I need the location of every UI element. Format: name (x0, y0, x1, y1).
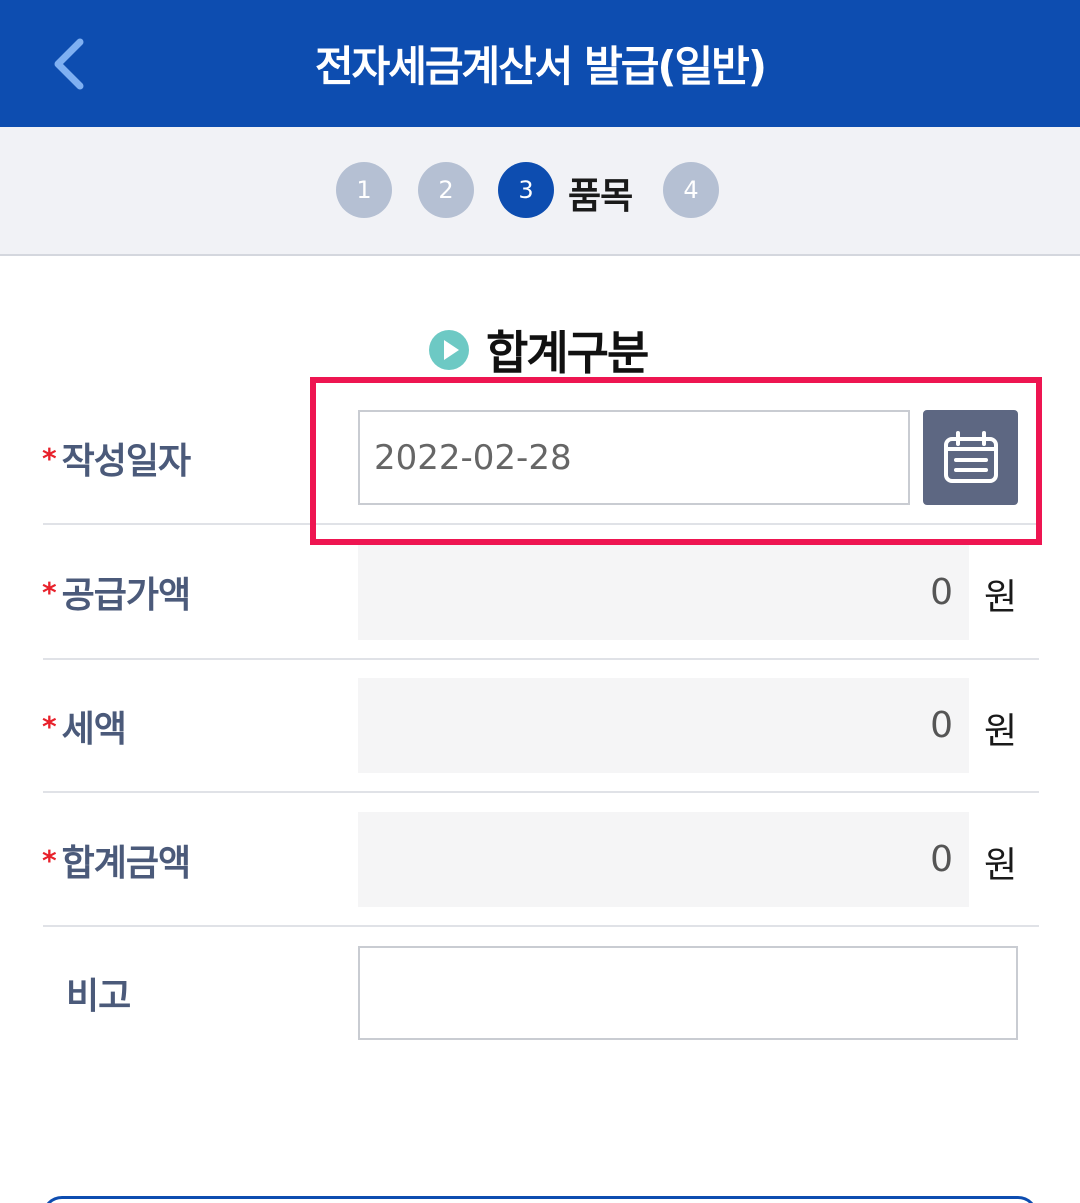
step-2[interactable]: 2 (418, 162, 474, 218)
required-mark: * (42, 843, 57, 877)
step-indicator: 1 2 3 품목 4 (0, 127, 1080, 256)
note-input[interactable] (358, 946, 1018, 1040)
date-label-text: 작성일자 (61, 441, 191, 482)
date-input[interactable] (358, 410, 910, 505)
step-4[interactable]: 4 (663, 162, 719, 218)
calendar-icon (943, 430, 998, 483)
row-divider (43, 523, 1039, 525)
section-heading: 합계구분 (428, 318, 649, 382)
required-mark: * (42, 575, 57, 609)
page-title: 전자세금계산서 발급(일반) (314, 42, 767, 91)
supply-label: * 공급가액 (42, 566, 191, 618)
back-button[interactable] (38, 32, 98, 96)
step-1[interactable]: 1 (336, 162, 392, 218)
tax-amount-value: 0 (358, 678, 969, 773)
total-label: * 합계금액 (42, 834, 191, 886)
required-mark: * (42, 709, 57, 743)
page: 전자세금계산서 발급(일반) 1 2 3 품목 4 합계구분 * 작성일자 20… (0, 0, 1080, 1203)
tax-unit: 원 (984, 711, 1018, 752)
supply-label-text: 공급가액 (61, 575, 191, 616)
tax-label: * 세액 (42, 700, 127, 752)
tax-label-text: 세액 (61, 709, 127, 750)
chevron-left-icon (54, 38, 84, 90)
total-unit: 원 (984, 845, 1018, 886)
total-label-text: 합계금액 (61, 843, 191, 884)
row-divider (43, 791, 1039, 793)
app-header: 전자세금계산서 발급(일반) (0, 0, 1080, 127)
bottom-action-button[interactable] (42, 1196, 1038, 1203)
note-label: 비고 (66, 976, 131, 1017)
calendar-button[interactable] (923, 410, 1018, 505)
required-mark: * (42, 441, 57, 475)
section-title: 합계구분 (486, 326, 649, 380)
supply-amount-value: 0 (358, 545, 969, 640)
total-amount-value: 0 (358, 812, 969, 907)
step-3[interactable]: 3 (498, 162, 554, 218)
date-label: * 작성일자 (42, 432, 191, 484)
step-3-label: 품목 (568, 176, 633, 217)
supply-unit: 원 (984, 577, 1018, 618)
row-divider (43, 925, 1039, 927)
row-divider (43, 658, 1039, 660)
play-circle-icon (429, 330, 469, 370)
